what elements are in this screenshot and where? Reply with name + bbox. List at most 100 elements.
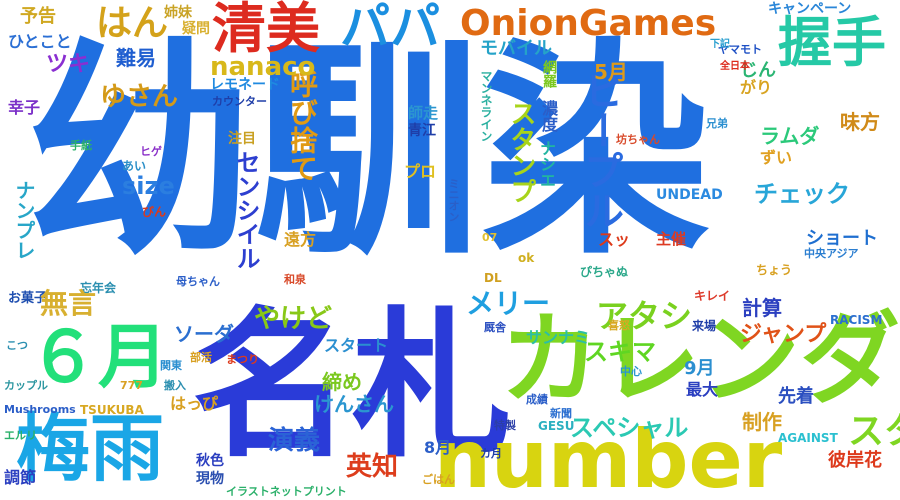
word: 成績 bbox=[526, 393, 548, 406]
word: 喜怒 bbox=[608, 319, 630, 332]
word: キャンペーン bbox=[768, 1, 852, 17]
word: まつり bbox=[226, 353, 259, 366]
word: ショート bbox=[806, 228, 878, 249]
word: ごはん bbox=[422, 473, 455, 486]
word: 和泉 bbox=[284, 273, 306, 286]
word: 無言 bbox=[40, 287, 97, 320]
word: 呼び捨て bbox=[286, 70, 319, 182]
word: 握手 bbox=[778, 11, 886, 74]
word: 特製 bbox=[494, 419, 516, 432]
word: カウンター bbox=[212, 95, 267, 108]
word: 秋色 bbox=[196, 453, 224, 469]
word: size bbox=[122, 172, 175, 200]
word: 関東 bbox=[160, 359, 182, 372]
word: スタ bbox=[848, 411, 900, 452]
word: UNDEAD bbox=[656, 187, 723, 203]
word: メリー bbox=[466, 287, 551, 320]
word: 網羅 bbox=[541, 60, 557, 88]
word: 手紙 bbox=[70, 139, 92, 152]
word: ゆさん bbox=[100, 82, 179, 112]
word: 新聞 bbox=[550, 407, 572, 420]
word: ちょう bbox=[756, 263, 793, 277]
word: TSUKUBA bbox=[80, 403, 144, 417]
word: 姉妹 bbox=[164, 5, 192, 21]
word: 9月 bbox=[684, 358, 715, 379]
word: 部活 bbox=[190, 351, 212, 364]
word: 最大 bbox=[686, 380, 719, 399]
word: 下記 bbox=[710, 39, 730, 50]
word: 梅雨 bbox=[16, 406, 164, 492]
word: ６月 bbox=[28, 316, 168, 398]
word: 母ちゃん bbox=[176, 275, 220, 288]
word: 先着 bbox=[778, 386, 814, 407]
word: スタート bbox=[324, 336, 389, 355]
word: 777 bbox=[120, 379, 143, 392]
word: OnionGames bbox=[460, 3, 717, 44]
word: はん bbox=[96, 3, 169, 44]
word: AGAINST bbox=[778, 431, 838, 445]
word: ラムダ bbox=[760, 124, 820, 148]
word: ヒゲ bbox=[140, 145, 162, 158]
word: 遠方 bbox=[284, 230, 317, 249]
word: 濃度 bbox=[539, 100, 558, 132]
word: DL bbox=[484, 271, 502, 285]
word: 注目 bbox=[228, 131, 256, 147]
word: 予告 bbox=[20, 6, 56, 27]
word: パパ bbox=[340, 0, 440, 56]
word: 現物 bbox=[196, 471, 224, 487]
word: 全日本 bbox=[720, 61, 750, 72]
word: カップル bbox=[4, 379, 48, 392]
word: 厩舎 bbox=[484, 321, 506, 334]
word: イラストネットプリント bbox=[226, 485, 347, 498]
word: 来場 bbox=[692, 319, 717, 333]
word: 兄弟 bbox=[706, 117, 728, 130]
word: ずい bbox=[760, 148, 793, 167]
word: 07 bbox=[482, 231, 498, 244]
word: やけど bbox=[254, 304, 333, 334]
word: あい bbox=[122, 159, 147, 173]
word: GESU bbox=[538, 419, 575, 433]
word: ジャンプ bbox=[740, 322, 827, 347]
word: 計算 bbox=[742, 296, 782, 320]
word: ぴちゃぬ bbox=[580, 265, 629, 279]
word: 疑問 bbox=[182, 21, 210, 37]
word: けんさん bbox=[314, 392, 394, 416]
word: カ月 bbox=[480, 447, 502, 460]
word: エルリ bbox=[4, 429, 37, 442]
word: 英知 bbox=[346, 452, 399, 482]
word: スタンプ bbox=[506, 100, 536, 204]
word: 彼岸花 bbox=[828, 450, 882, 471]
word: プロ bbox=[404, 162, 437, 181]
word: びん bbox=[142, 205, 167, 219]
word: スペシャル bbox=[570, 414, 689, 442]
word: キレイ bbox=[694, 289, 731, 303]
word: サンナミ bbox=[526, 328, 591, 347]
word: 主催 bbox=[656, 230, 687, 248]
word: スキマ bbox=[584, 338, 656, 366]
word: ミニオン bbox=[447, 178, 460, 222]
word: 青江 bbox=[408, 123, 436, 139]
word: ok bbox=[518, 251, 535, 265]
word: がり bbox=[740, 78, 773, 97]
word: 5月 bbox=[594, 60, 628, 84]
word: ピープル bbox=[577, 70, 623, 230]
word: こつ bbox=[6, 339, 28, 352]
word: ツキ bbox=[46, 52, 91, 77]
word: 清美 bbox=[212, 0, 320, 60]
word: 中心 bbox=[620, 365, 642, 378]
word: チェック bbox=[754, 180, 850, 208]
word: 坊ちゃん bbox=[616, 133, 660, 146]
word: 搬入 bbox=[164, 379, 186, 392]
word: 味方 bbox=[840, 110, 880, 134]
word: 調節 bbox=[4, 468, 37, 487]
word: モバイル bbox=[480, 38, 552, 59]
word: 8月 bbox=[424, 438, 452, 457]
word-cloud: 幼馴染 名札 number カレンダ 梅雨 ６月 清美 パパ OnionGame… bbox=[0, 0, 900, 500]
word: 師走 bbox=[408, 104, 439, 122]
word: ソーダ bbox=[174, 322, 234, 346]
word: ひとこと bbox=[8, 32, 72, 51]
word: マンネライン bbox=[479, 70, 493, 142]
word: 難易 bbox=[116, 46, 156, 70]
word: レモネード bbox=[210, 77, 280, 93]
word: センシイル bbox=[232, 150, 260, 270]
